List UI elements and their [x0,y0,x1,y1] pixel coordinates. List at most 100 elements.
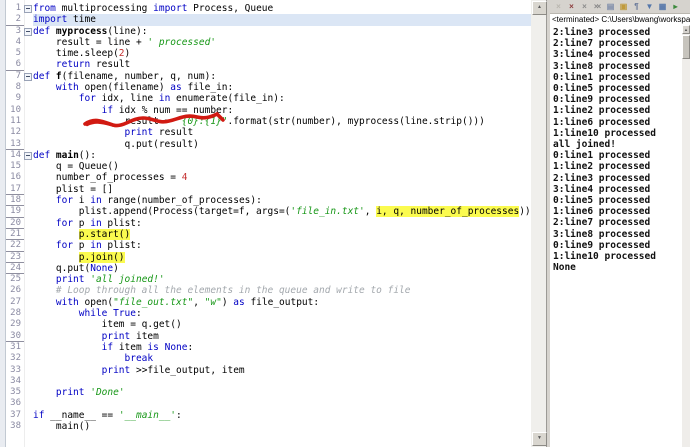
code-line[interactable]: 20 for p in plist: [6,218,531,229]
code-line[interactable]: 35 print 'Done' [6,387,531,398]
code-line[interactable]: 33 print >>file_output, item [6,365,531,376]
fold-spacer [24,139,33,150]
code-text: result = "{0}:{1}".format(str(number), m… [33,116,531,127]
code-text: time.sleep(2) [33,48,531,59]
fold-spacer [24,285,33,296]
open-console-icon[interactable]: ▸ [669,1,680,12]
console-line: 3:line8 processed [553,229,681,240]
line-number: 12 [6,127,24,138]
back-icon[interactable]: × [552,1,563,12]
line-number: 30 [6,331,24,342]
code-line[interactable]: 32 break [6,353,531,364]
code-line[interactable]: 12 print result [6,127,531,138]
code-line[interactable]: 9 for idx, line in enumerate(file_in): [6,93,531,104]
code-editor[interactable]: 1from multiprocessing import Process, Qu… [0,0,531,447]
code-text: if item is None: [33,342,531,353]
code-line[interactable]: 5 time.sleep(2) [6,48,531,59]
code-line[interactable]: 8 with open(filename) as file_in: [6,82,531,93]
code-line[interactable]: 21 p.start() [6,229,531,240]
display-selected-console-icon[interactable]: ▦ [656,1,667,12]
code-line[interactable]: 31 if item is None: [6,342,531,353]
line-number: 29 [6,319,24,330]
line-number: 27 [6,297,24,308]
fold-minus-icon[interactable] [24,26,33,37]
line-number: 37 [6,410,24,421]
line-number: 2 [6,14,24,25]
code-line[interactable]: 18 for i in range(number_of_processes): [6,195,531,206]
code-line[interactable]: 30 print item [6,331,531,342]
code-line[interactable]: 14def main(): [6,150,531,161]
fold-spacer [24,319,33,330]
code-text: item = q.get() [33,319,531,330]
fold-minus-icon[interactable] [24,150,33,161]
fold-minus-icon[interactable] [24,3,33,14]
console-output[interactable]: ▲ 2:line3 processed2:line7 processed3:li… [550,25,690,447]
code-line[interactable]: 11 result = "{0}:{1}".format(str(number)… [6,116,531,127]
code-line[interactable]: 29 item = q.get() [6,319,531,330]
line-number: 31 [6,342,24,353]
fold-spacer [24,308,33,319]
clear-console-icon[interactable]: ▤ [604,1,615,12]
code-line[interactable]: 3def myprocess(line): [6,26,531,37]
fold-spacer [24,93,33,104]
fold-minus-icon[interactable] [24,71,33,82]
code-text: print result [33,127,531,138]
scroll-down-icon[interactable]: ▼ [532,432,547,446]
code-line[interactable]: 36 [6,398,531,409]
line-number: 20 [6,218,24,229]
code-text: for p in plist: [33,240,531,251]
fold-spacer [24,297,33,308]
console-scroll-thumb[interactable] [682,35,690,59]
remove-launch-icon[interactable]: × [578,1,589,12]
code-line[interactable]: 25 print 'all joined!' [6,274,531,285]
code-line[interactable]: 7def f(filename, number, q, num): [6,71,531,82]
code-line[interactable]: 34 [6,376,531,387]
code-line[interactable]: 37 if __name__ == '__main__': [6,410,531,421]
code-text [33,398,531,409]
code-line[interactable]: 6 return result [6,59,531,70]
console-scrollbar[interactable]: ▲ [682,25,690,447]
remove-all-terminated-icon[interactable]: ×× [591,1,602,12]
code-line[interactable]: 38 main() [6,421,531,432]
code-area[interactable]: 1from multiprocessing import Process, Qu… [6,3,531,432]
terminate-icon[interactable]: × [565,1,576,12]
scroll-lock-icon[interactable]: ▣ [617,1,628,12]
code-line[interactable]: 1from multiprocessing import Process, Qu… [6,3,531,14]
code-line[interactable]: 24 q.put(None) [6,263,531,274]
code-line[interactable]: 10 if idx % num == number: [6,105,531,116]
code-line[interactable]: 4 result = line + ' processed' [6,37,531,48]
scroll-up-icon[interactable]: ▲ [532,1,547,15]
code-text: result = line + ' processed' [33,37,531,48]
code-line[interactable]: 16 number_of_processes = 4 [6,172,531,183]
fold-spacer [24,116,33,127]
console-scroll-up-icon[interactable]: ▲ [682,25,690,34]
code-line[interactable]: 28 while True: [6,308,531,319]
code-text: main() [33,421,531,432]
console-line: 1:line10 processed [553,251,681,262]
code-text: def myprocess(line): [33,26,531,37]
code-line[interactable]: 2import time [6,14,531,25]
code-line[interactable]: 23 p.join() [6,252,531,263]
code-line[interactable]: 15 q = Queue() [6,161,531,172]
fold-spacer [24,14,33,25]
code-line[interactable]: 19 plist.append(Process(target=f, args=(… [6,206,531,217]
line-number: 25 [6,274,24,285]
code-text: if __name__ == '__main__': [33,410,531,421]
code-line[interactable]: 13 q.put(result) [6,139,531,150]
code-line[interactable]: 27 with open("file_out.txt", "w") as fil… [6,297,531,308]
word-wrap-icon[interactable]: ¶ [630,1,641,12]
pin-console-icon[interactable]: ▼ [643,1,654,12]
code-line[interactable]: 26 # Loop through all the elements in th… [6,285,531,296]
line-number: 6 [6,59,24,70]
code-text: plist.append(Process(target=f, args=('fi… [33,206,531,217]
code-line[interactable]: 22 for p in plist: [6,240,531,251]
ide-window: 1from multiprocessing import Process, Qu… [0,0,690,447]
line-number: 8 [6,82,24,93]
fold-spacer [24,82,33,93]
editor-scrollbar[interactable]: ▲ ▼ [531,0,546,447]
code-line[interactable]: 17 plist = [] [6,184,531,195]
code-text: print >>file_output, item [33,365,531,376]
line-number: 10 [6,105,24,116]
line-number: 38 [6,421,24,432]
console-toolbar: ×××××▤▣¶▼▦▸ [550,0,690,14]
